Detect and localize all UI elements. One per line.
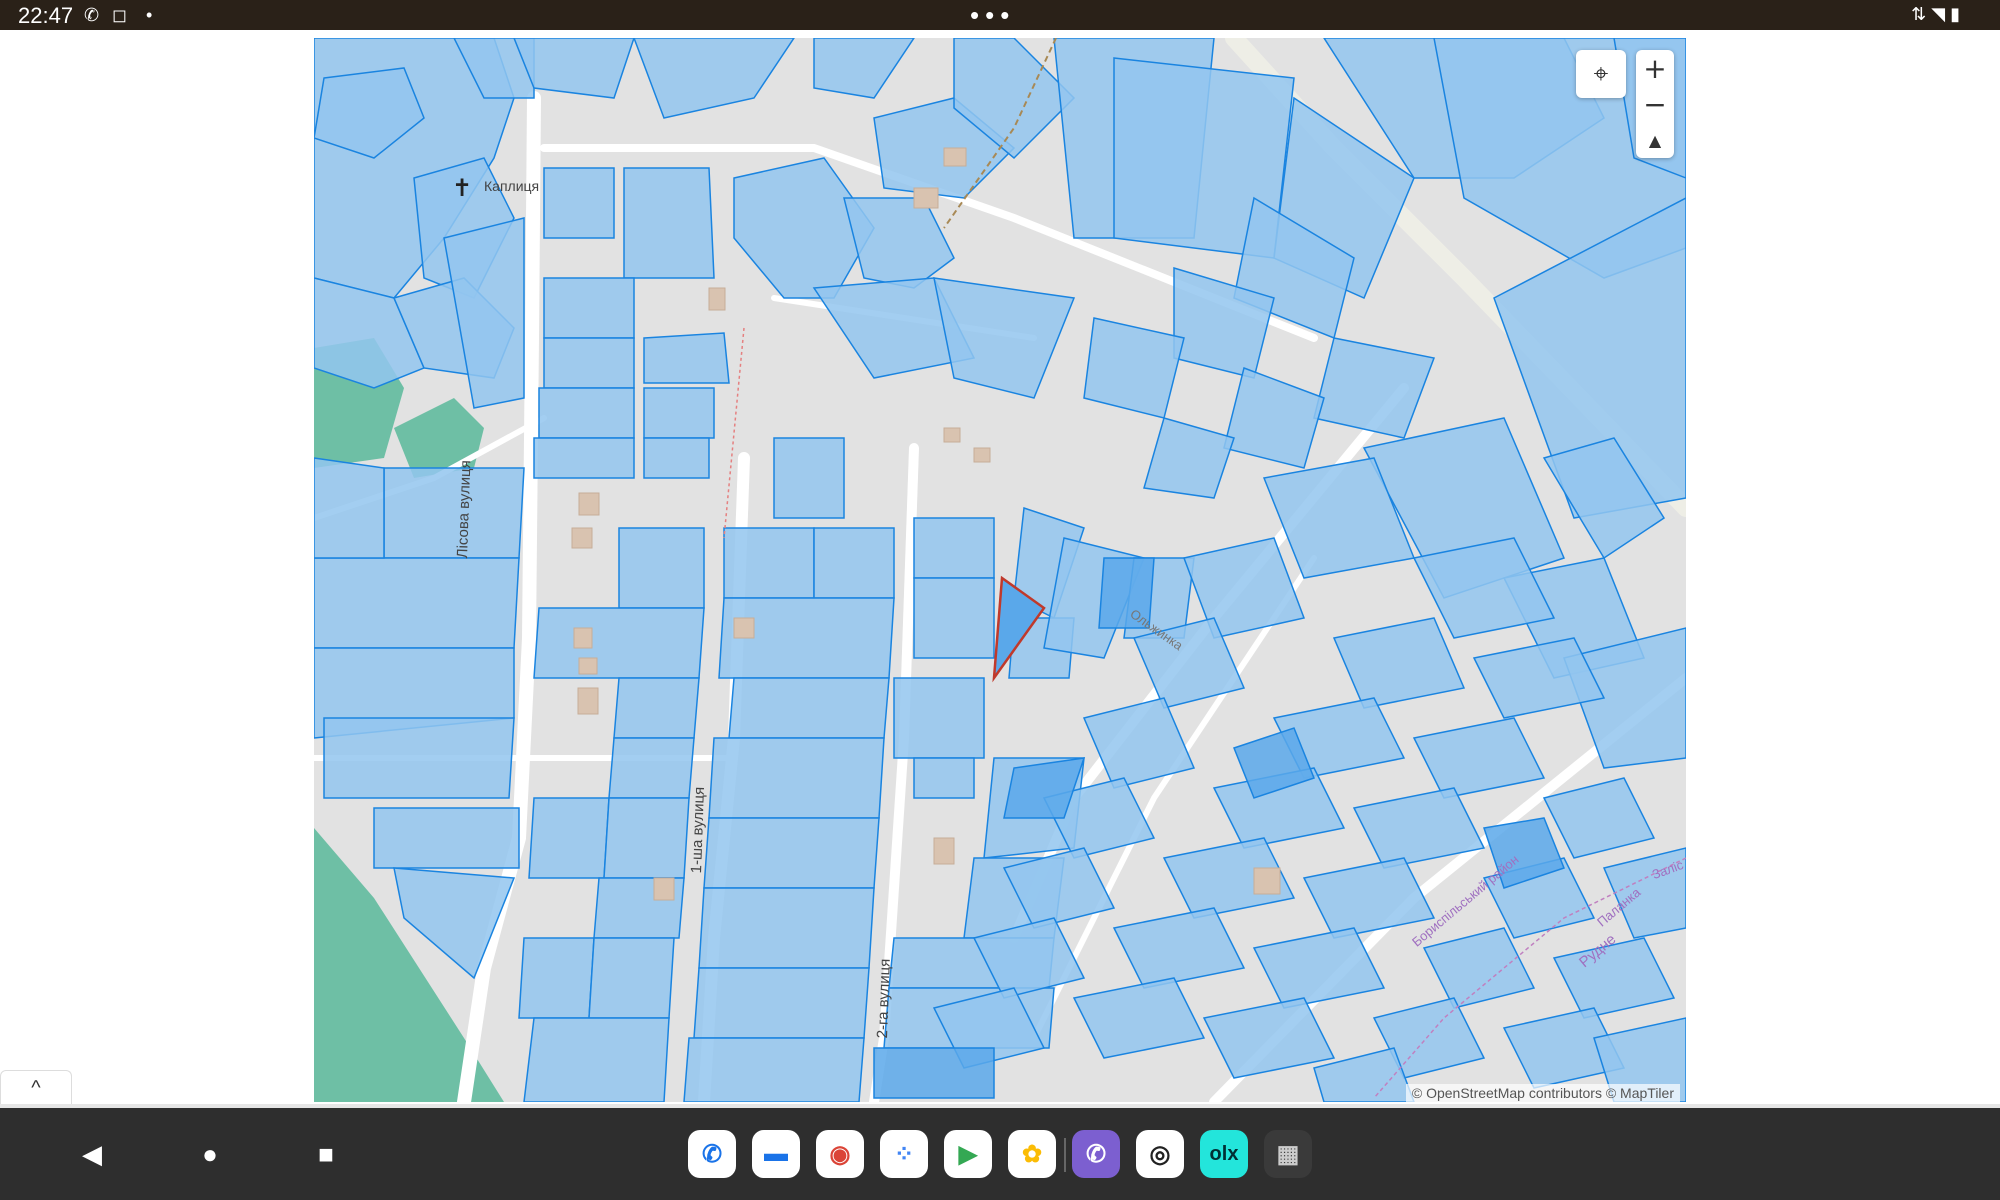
- app-drawer-icon[interactable]: ▦: [1264, 1130, 1312, 1178]
- chapel-label: Каплиця: [484, 178, 540, 194]
- instagram-icon: ◻: [112, 5, 127, 25]
- recents-icon[interactable]: ■: [306, 1108, 346, 1200]
- street-label-lisova: Лісова вулиця: [454, 459, 475, 559]
- dock-divider: [1064, 1138, 1066, 1172]
- collapse-panel-button[interactable]: ^: [0, 1070, 72, 1105]
- dot-icon: •: [146, 5, 153, 25]
- map-layers-button[interactable]: ⌖: [1576, 50, 1626, 98]
- cadastral-map[interactable]: ✝ Каплиця Лісова вулиця 1-ша вулиця 2-га…: [314, 38, 1686, 1102]
- clock: 22:47: [18, 3, 74, 28]
- phone-icon[interactable]: ✆: [688, 1130, 736, 1178]
- navigation-bar: ◀ ● ■ ✆ ▬ ◉ ⁘ ▶ ✿ ✆ ◎ olx ▦: [0, 1108, 2000, 1200]
- chevron-up-icon: ^: [31, 1076, 41, 1099]
- zoom-out-button[interactable]: −: [1636, 86, 1674, 122]
- back-icon[interactable]: ◀: [72, 1108, 112, 1200]
- map-canvas[interactable]: [314, 38, 1686, 1102]
- camera-icon[interactable]: ◎: [1136, 1130, 1184, 1178]
- zoom-controls: + − ▲: [1636, 50, 1674, 158]
- status-bar: 22:47 ✆ ◻ • ••• ⇅ ◥ ▮: [0, 0, 2000, 30]
- viber-icon[interactable]: ✆: [1072, 1130, 1120, 1178]
- map-pin-icon: ⌖: [1593, 58, 1609, 88]
- chrome-icon[interactable]: ◉: [816, 1130, 864, 1178]
- zoom-in-button[interactable]: +: [1636, 50, 1674, 86]
- home-icon[interactable]: ●: [190, 1108, 230, 1200]
- street-label-1sha: 1-ша вулиця: [688, 786, 709, 874]
- play-store-icon[interactable]: ▶: [944, 1130, 992, 1178]
- map-attribution[interactable]: © OpenStreetMap contributors © MapTiler: [1405, 1084, 1680, 1102]
- assistant-icon[interactable]: ⁘: [880, 1130, 928, 1178]
- messages-icon[interactable]: ▬: [752, 1130, 800, 1178]
- olx-icon[interactable]: olx: [1200, 1130, 1248, 1178]
- system-status-icons: ⇅ ◥ ▮: [1911, 4, 1960, 24]
- viber-icon: ✆: [84, 5, 100, 25]
- compass-button[interactable]: ▲: [1636, 122, 1674, 158]
- street-label-2ga: 2-га вулиця: [874, 958, 894, 1039]
- chapel-icon: ✝: [452, 175, 473, 202]
- multitasking-indicator[interactable]: •••: [970, 0, 1015, 31]
- photos-icon[interactable]: ✿: [1008, 1130, 1056, 1178]
